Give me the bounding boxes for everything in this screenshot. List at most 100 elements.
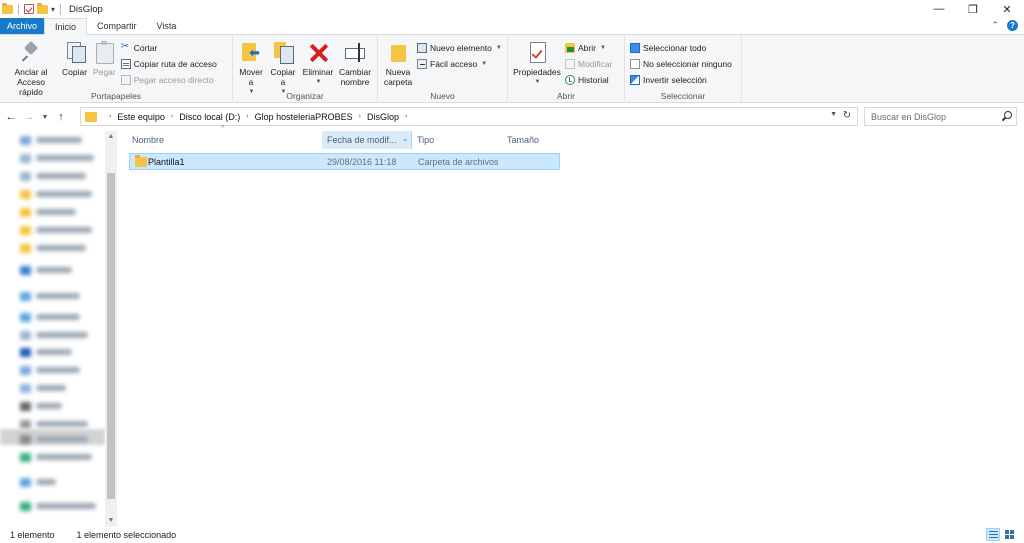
scrollbar-thumb[interactable]	[107, 173, 115, 499]
navigation-pane[interactable]	[0, 131, 117, 527]
maximize-button[interactable]: ❐	[956, 0, 990, 18]
group-label-portapapeles: Portapapeles	[90, 91, 142, 101]
search-icon[interactable]	[1002, 111, 1012, 121]
breadcrumb-disglop[interactable]: DisGlop	[367, 112, 399, 122]
breadcrumb-este-equipo[interactable]: Este equipo	[117, 112, 165, 122]
group-organizar: Mover a ▼ Copiar a ▼ Eliminar ▼ Cambiar …	[233, 35, 378, 103]
collapse-ribbon-icon[interactable]: ⌃	[991, 20, 999, 31]
column-header-date[interactable]: Fecha de modif... ⌄	[322, 131, 412, 149]
properties-label: Propiedades	[513, 67, 561, 77]
details-view-button[interactable]	[986, 528, 1000, 541]
tab-vista[interactable]: Vista	[147, 18, 187, 34]
new-folder-icon[interactable]	[37, 2, 48, 14]
invert-selection-label: Invertir selección	[643, 75, 707, 85]
breadcrumb-chevron-icon[interactable]: ›	[246, 113, 248, 120]
select-all-button[interactable]: Seleccionar todo	[630, 41, 732, 55]
column-header-type[interactable]: Tipo	[412, 131, 502, 149]
group-label-seleccionar: Seleccionar	[660, 91, 706, 101]
group-portapapeles: Anclar al Acceso rápido Copiar Pegar Cor…	[0, 35, 233, 103]
tab-compartir[interactable]: Compartir	[87, 18, 147, 34]
group-nuevo: Nueva carpeta Nuevo elemento ▼ Fácil acc…	[378, 35, 508, 103]
file-type: Carpeta de archivos	[418, 157, 499, 167]
help-icon[interactable]: ?	[1007, 20, 1018, 31]
invert-selection-icon	[630, 75, 640, 85]
group-abrir: Propiedades ▼ Abrir ▼ Modificar Historia…	[508, 35, 625, 103]
breadcrumb-chevron-icon[interactable]: ›	[171, 113, 173, 120]
column-header-date-label: Fecha de modif...	[327, 135, 397, 145]
large-icons-view-button[interactable]	[1002, 528, 1016, 541]
search-input[interactable]: Buscar en DisGlop	[864, 107, 1017, 126]
customize-toolbar-icon[interactable]: ▾	[51, 5, 55, 14]
title-bar: ▾ DisGlop — ❐ ✕	[0, 0, 1024, 18]
history-button[interactable]: Historial	[565, 73, 612, 87]
breadcrumb-chevron-icon[interactable]: ›	[405, 113, 407, 120]
folder-icon	[2, 2, 13, 14]
ribbon: Anclar al Acceso rápido Copiar Pegar Cor…	[0, 35, 1024, 103]
quick-access-toolbar: ▾	[0, 2, 63, 15]
properties-icon[interactable]	[24, 4, 34, 14]
column-header-name[interactable]: Nombre	[127, 131, 322, 149]
divider	[18, 3, 19, 15]
open-button[interactable]: Abrir ▼	[565, 41, 612, 55]
copy-path-button[interactable]: Copiar ruta de acceso	[120, 57, 217, 71]
breadcrumb-glop-hosteleria[interactable]: Glop hosteleriaPROBES	[255, 112, 353, 122]
edit-label: Modificar	[578, 59, 613, 69]
edit-button[interactable]: Modificar	[565, 57, 612, 71]
breadcrumb-chevron-icon[interactable]: ›	[109, 113, 111, 120]
scroll-down-icon[interactable]: ▼	[105, 515, 117, 527]
copy-path-label: Copiar ruta de acceso	[133, 59, 217, 69]
ribbon-tabs: Archivo Inicio Compartir Vista ⌃ ?	[0, 18, 1024, 35]
file-date: 29/08/2016 11:18	[327, 157, 397, 167]
easy-access-button[interactable]: Fácil acceso ▼	[417, 57, 502, 71]
forward-button[interactable]: →	[22, 107, 36, 127]
select-none-label: No seleccionar ninguno	[643, 59, 732, 69]
select-none-button[interactable]: No seleccionar ninguno	[630, 57, 732, 71]
back-button[interactable]: ←	[4, 107, 18, 127]
chevron-down-icon: ▼	[599, 45, 606, 51]
recent-locations-button[interactable]: ▼	[40, 107, 50, 127]
minimize-button[interactable]: —	[922, 0, 956, 18]
scissors-icon	[121, 41, 131, 53]
move-to-label: Mover a	[239, 67, 263, 87]
easy-access-label: Fácil acceso	[430, 59, 478, 69]
paste-label: Pegar	[93, 67, 116, 77]
properties-icon	[526, 41, 548, 63]
select-all-label: Seleccionar todo	[643, 43, 707, 53]
file-list[interactable]: ^ Nombre Fecha de modif... ⌄ Tipo Tamaño…	[117, 125, 1024, 527]
delete-label: Eliminar	[302, 67, 334, 77]
file-name[interactable]: Plantilla1	[148, 157, 185, 167]
address-bar[interactable]: › Este equipo › Disco local (D:) › Glop …	[80, 107, 858, 126]
paste-icon	[93, 41, 115, 64]
tab-inicio[interactable]: Inicio	[44, 18, 88, 35]
group-label-organizar: Organizar	[286, 91, 324, 101]
paste-shortcut-icon	[120, 75, 131, 85]
chevron-down-icon[interactable]: ▼	[830, 111, 837, 118]
scroll-up-icon[interactable]: ▲	[105, 131, 117, 143]
close-button[interactable]: ✕	[990, 0, 1024, 18]
column-header-size[interactable]: Tamaño	[502, 131, 562, 149]
breadcrumb-chevron-icon[interactable]: ›	[359, 113, 361, 120]
column-headers: Nombre Fecha de modif... ⌄ Tipo Tamaño	[127, 131, 562, 149]
navigation-pane-scrollbar[interactable]: ▲ ▼	[105, 131, 117, 527]
folder-icon	[85, 111, 97, 122]
group-label-nuevo: Nuevo	[430, 91, 455, 101]
new-folder-icon	[387, 41, 409, 63]
breadcrumb-disco-local[interactable]: Disco local (D:)	[179, 112, 240, 122]
search-placeholder: Buscar en DisGlop	[871, 111, 947, 122]
paste-shortcut-button[interactable]: Pegar acceso directo	[120, 73, 217, 87]
chevron-down-icon: ▼	[495, 45, 502, 51]
edit-icon	[565, 59, 575, 69]
refresh-icon[interactable]: ↻	[840, 110, 854, 121]
chevron-down-icon: ▼	[534, 79, 541, 85]
new-item-button[interactable]: Nuevo elemento ▼	[417, 41, 502, 55]
copy-path-icon	[120, 59, 131, 69]
group-seleccionar: Seleccionar todo No seleccionar ninguno …	[625, 35, 742, 103]
up-button[interactable]: ↑	[54, 107, 68, 127]
details-view-icon	[988, 531, 998, 538]
invert-selection-button[interactable]: Invertir selección	[630, 73, 732, 87]
cut-button[interactable]: Cortar	[121, 41, 217, 55]
window-title: DisGlop	[69, 3, 103, 15]
tab-archivo[interactable]: Archivo	[0, 18, 45, 34]
chevron-down-icon[interactable]: ⌄	[402, 135, 408, 143]
table-row[interactable]: Plantilla1 29/08/2016 11:18 Carpeta de a…	[129, 153, 560, 170]
